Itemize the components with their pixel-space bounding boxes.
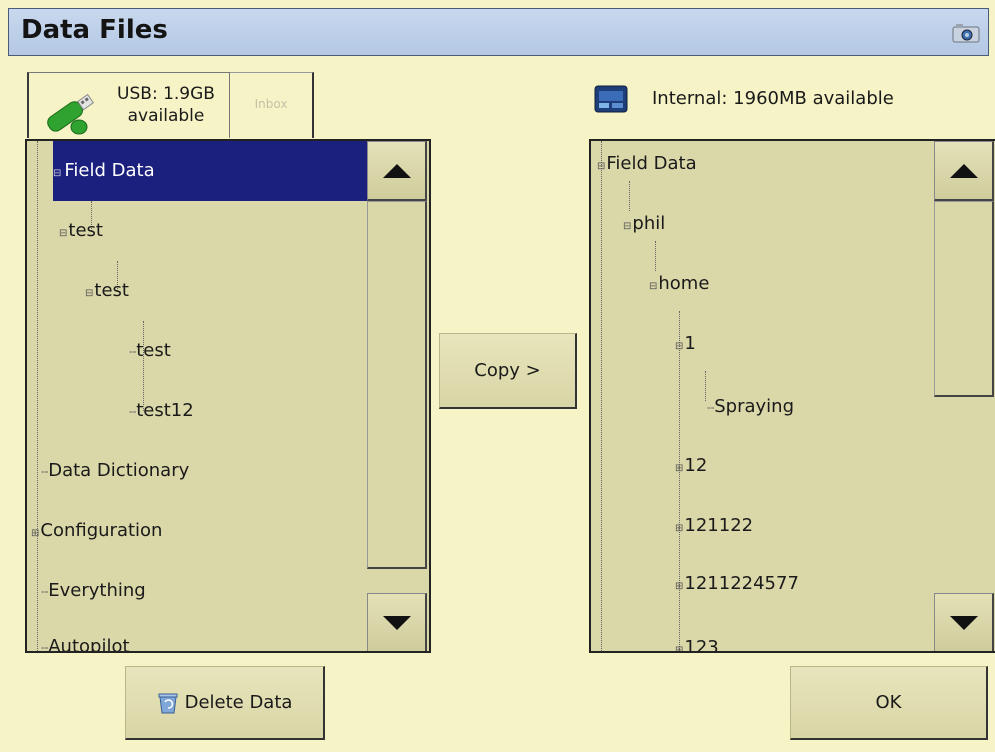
tree-item-label: Field Data (606, 153, 697, 174)
tree-item-1[interactable]: ⊟1 (675, 314, 696, 374)
source-scrollbar[interactable] (367, 141, 429, 651)
tree-item-autopilot[interactable]: ╌Autopilot (41, 617, 130, 653)
tree-guide (37, 141, 38, 651)
expand-icon[interactable]: ⊞ (675, 581, 683, 592)
scroll-up-button[interactable] (367, 141, 427, 201)
tree-guide (601, 141, 602, 651)
tree-item-label: Data Dictionary (48, 460, 190, 481)
usb-drive-icon (47, 93, 95, 135)
source-tree[interactable]: ⊟ Field Data ⊟test ⊟test ╌test ╌test12 ╌D… (27, 141, 371, 653)
collapse-icon[interactable]: ⊟ (85, 288, 93, 299)
tree-item-label: 1211224577 (684, 573, 799, 594)
tree-item-test[interactable]: ⊟test (59, 201, 103, 261)
expand-icon[interactable]: ⊞ (675, 645, 683, 651)
internal-storage-icon (594, 85, 628, 113)
source-tree-panel: ⊟ Field Data ⊟test ⊟test ╌test ╌test12 ╌D… (25, 139, 431, 653)
tree-item-label: 123 (684, 637, 719, 653)
window-title: Data Files (21, 15, 168, 45)
title-bar: Data Files (8, 8, 989, 56)
tree-item-label: Autopilot (48, 636, 130, 653)
scroll-down-button[interactable] (934, 593, 994, 651)
scroll-thumb[interactable] (934, 201, 994, 397)
collapse-icon[interactable]: ⊟ (597, 161, 605, 172)
usb-label-line2: available (127, 106, 205, 126)
scroll-thumb[interactable] (367, 201, 427, 569)
copy-button-label: Copy > (474, 360, 541, 381)
collapse-icon[interactable]: ⊟ (53, 168, 61, 179)
tree-item-test12[interactable]: ╌test12 (129, 381, 194, 441)
tree-item-label: test (94, 280, 129, 301)
tree-item-configuration[interactable]: ⊞Configuration (31, 501, 162, 561)
tab-usb[interactable]: USB: 1.9GB available (27, 72, 230, 138)
destination-scrollbar[interactable] (934, 141, 995, 651)
usb-capacity-label: USB: 1.9GB available (105, 83, 227, 127)
tree-item-label: Field Data (64, 160, 155, 181)
tree-item-label: 1 (684, 333, 696, 354)
collapse-icon[interactable]: ⊟ (59, 228, 67, 239)
tree-item-everything[interactable]: ╌Everything (41, 561, 146, 621)
arrow-up-icon (949, 163, 978, 178)
scroll-down-button[interactable] (367, 593, 427, 651)
tree-item-label: Spraying (714, 396, 795, 417)
delete-data-label: Delete Data (184, 692, 293, 713)
tab-inbox[interactable]: Inbox (230, 72, 314, 138)
tree-item-test[interactable]: ⊟test (85, 261, 129, 321)
tree-item-123[interactable]: ⊞123 (675, 618, 719, 653)
expand-icon[interactable]: ⊞ (675, 523, 683, 534)
tree-item-data-dictionary[interactable]: ╌Data Dictionary (41, 441, 189, 501)
ok-button-label: OK (875, 692, 902, 713)
tree-item-label: test12 (136, 400, 194, 421)
tree-item-home[interactable]: ⊟home (649, 254, 709, 314)
arrow-down-icon (949, 615, 978, 630)
destination-tree-panel: ⊟Field Data ⊟phil ⊟home ⊟1 ╌Spraying ⊞12… (589, 139, 995, 653)
tree-guide (705, 371, 706, 401)
tree-item-label: home (658, 273, 710, 294)
tree-item-spraying[interactable]: ╌Spraying (707, 377, 794, 437)
tree-item-field-data[interactable]: ⊟Field Data (53, 141, 371, 201)
arrow-up-icon (382, 163, 411, 178)
tree-item-label: 121122 (684, 515, 754, 536)
tree-item-label: 12 (684, 455, 708, 476)
tree-item-121122[interactable]: ⊞121122 (675, 496, 753, 556)
usb-label-line1: USB: 1.9GB (117, 84, 215, 104)
tree-item-12[interactable]: ⊞12 (675, 436, 707, 496)
tree-item-label: Everything (48, 580, 146, 601)
tree-item-label: Configuration (40, 520, 163, 541)
screenshot-camera-icon[interactable] (952, 23, 980, 43)
tree-item-phil[interactable]: ⊟phil (623, 194, 665, 254)
tree-item-field-data[interactable]: ⊟Field Data (597, 141, 697, 194)
ok-button[interactable]: OK (790, 666, 988, 740)
tree-item-label: test (68, 220, 103, 241)
recycle-icon (158, 693, 178, 713)
delete-data-button[interactable]: Delete Data (125, 666, 325, 740)
collapse-icon[interactable]: ⊟ (649, 281, 657, 292)
internal-capacity-label: Internal: 1960MB available (652, 88, 894, 109)
collapse-icon[interactable]: ⊟ (623, 221, 631, 232)
inbox-tab-label: Inbox (254, 97, 288, 111)
expand-icon[interactable]: ⊞ (675, 463, 683, 474)
arrow-down-icon (382, 615, 411, 630)
tree-item-1211224577[interactable]: ⊞1211224577 (675, 554, 799, 614)
tree-item-label: test (136, 340, 171, 361)
scroll-up-button[interactable] (934, 141, 994, 201)
tree-item-test[interactable]: ╌test (129, 321, 171, 381)
tree-item-label: phil (632, 213, 666, 234)
collapse-icon[interactable]: ⊟ (675, 341, 683, 352)
copy-button[interactable]: Copy > (439, 333, 577, 409)
destination-tree[interactable]: ⊟Field Data ⊟phil ⊟home ⊟1 ╌Spraying ⊞12… (591, 141, 934, 651)
expand-icon[interactable]: ⊞ (31, 528, 39, 539)
